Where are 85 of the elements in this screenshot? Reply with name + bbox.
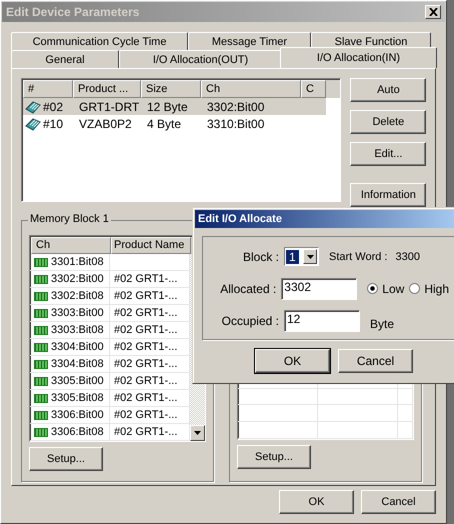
down-arrow-icon: [194, 431, 201, 435]
occupied-field[interactable]: 12: [284, 310, 360, 332]
memory-chip-icon: [34, 326, 48, 334]
side-button[interactable]: Information: [350, 183, 426, 207]
table-cell: #02 GRT1-...: [114, 324, 178, 336]
table-cell: 3306:Bit00: [51, 409, 104, 421]
column-header[interactable]: Ch: [201, 80, 301, 98]
start-word-label: Start Word :: [329, 250, 388, 262]
table-cell: #02 GRT1-...: [114, 307, 178, 319]
table-cell: #02 GRT1-...: [114, 409, 178, 421]
side-button[interactable]: Edit...: [350, 142, 426, 166]
column-header[interactable]: Product Name: [111, 237, 191, 254]
table-cell: #02 GRT1-...: [114, 358, 178, 370]
occupied-label: Occupied :: [220, 314, 279, 328]
tab[interactable]: I/O Allocation(OUT): [119, 50, 282, 68]
table-cell: 3304:Bit00: [51, 341, 104, 353]
tab[interactable]: General: [11, 50, 119, 68]
memory-chip-icon: [34, 274, 48, 284]
window-title: Edit Device Parameters: [6, 5, 140, 19]
radio-option[interactable]: High: [409, 282, 449, 296]
table-cell-text: 3310:Bit00: [206, 116, 266, 130]
side-button[interactable]: Delete: [350, 110, 426, 134]
scroll-down-button[interactable]: [190, 425, 205, 441]
table-cell-text: #10: [42, 116, 64, 130]
allocated-label: Allocated :: [219, 282, 276, 296]
table-cell: 3305:Bit00: [51, 375, 104, 387]
memory-chip-icon: [34, 258, 48, 266]
dialog-button[interactable]: OK: [255, 349, 330, 373]
memory-chip-icon: [34, 394, 48, 402]
memory-chip-icon: [34, 342, 48, 352]
table-cell: 3303:Bit00: [51, 307, 104, 319]
footer-button[interactable]: Cancel: [361, 490, 436, 514]
table-cell: #02 GRT1-...: [114, 290, 178, 302]
table-cell-text: 4 Byte: [146, 116, 182, 130]
column-header[interactable]: #: [23, 80, 73, 98]
column-header[interactable]: Product ...: [73, 80, 141, 98]
side-button[interactable]: Auto: [350, 78, 426, 102]
unit-label: Byte: [370, 316, 394, 330]
tab[interactable]: Communication Cycle Time: [11, 32, 188, 50]
radio-option[interactable]: Low: [367, 282, 404, 296]
tab[interactable]: Message Timer: [188, 32, 311, 50]
caret-icon: [306, 254, 314, 258]
table-cell: 3303:Bit08: [51, 324, 104, 336]
column-header[interactable]: C: [301, 80, 326, 98]
table-cell: #02 GRT1-...: [114, 426, 178, 438]
memory-chip-icon: [34, 308, 48, 318]
group-title: Memory Block 1: [28, 213, 111, 225]
table-cell: #02 GRT1-...: [114, 392, 178, 404]
dialog-button[interactable]: Cancel: [338, 349, 413, 373]
device-row[interactable]: #02 GRT1-DRT 12 Byte 3302:Bit00: [23, 98, 326, 115]
table-cell-text: VZAB0P2: [78, 116, 133, 130]
table-cell: #02 GRT1-...: [114, 273, 178, 285]
close-icon: [428, 8, 438, 16]
table-cell: 3302:Bit08: [51, 290, 104, 302]
table-cell: #02 GRT1-...: [114, 341, 178, 353]
memory-chip-icon: [34, 292, 48, 300]
device-row[interactable]: #10 VZAB0P2 4 Byte 3310:Bit00: [23, 115, 326, 132]
dialog-title: Edit I/O Allocate: [198, 213, 282, 225]
table-cell: 3305:Bit08: [51, 392, 104, 404]
allocated-field[interactable]: 3302: [281, 278, 358, 300]
table-cell-text: 3302:Bit00: [206, 100, 266, 114]
table-cell: 3306:Bit08: [51, 426, 104, 438]
block-label: Block :: [242, 250, 279, 264]
footer-button[interactable]: OK: [279, 490, 354, 514]
memory-chip-icon: [34, 428, 48, 436]
table-cell-text: #02: [42, 100, 64, 114]
table-cell: 3302:Bit00: [51, 273, 104, 285]
table-cell: #02 GRT1-...: [114, 375, 178, 387]
column-header[interactable]: Ch: [31, 237, 111, 254]
table-cell: 3304:Bit08: [51, 358, 104, 370]
column-header[interactable]: Size: [141, 80, 201, 98]
setup-button[interactable]: Setup...: [237, 445, 311, 469]
memory-chip-icon: [34, 376, 48, 386]
block-dropdown[interactable]: 1: [284, 247, 319, 266]
close-button[interactable]: [425, 5, 441, 19]
start-word-value: 3300: [395, 250, 420, 262]
module-icon: [25, 116, 41, 130]
module-icon: [25, 100, 41, 114]
memory-chip-icon: [34, 360, 48, 368]
table-cell-text: 12 Byte: [146, 100, 189, 114]
memory-chip-icon: [34, 410, 48, 420]
table-cell-text: GRT1-DRT: [78, 100, 140, 114]
table-cell: 3301:Bit08: [51, 256, 104, 268]
setup-button[interactable]: Setup...: [29, 447, 103, 471]
tab[interactable]: I/O Allocation(IN): [280, 47, 437, 68]
